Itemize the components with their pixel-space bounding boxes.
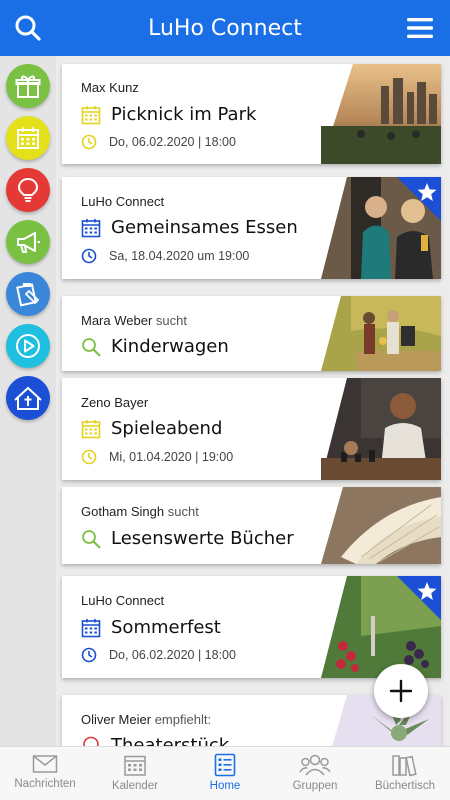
card-datetime: Do, 06.02.2020 | 18:00	[109, 135, 236, 149]
plus-icon	[389, 679, 413, 703]
feed-card[interactable]: Gotham Singh sucht Lesenswerte Bücher	[62, 487, 441, 564]
calendar-icon	[81, 419, 101, 438]
search-icon	[82, 529, 101, 548]
author-name: Mara Weber	[81, 313, 153, 328]
menu-button[interactable]	[402, 10, 438, 46]
clock-icon	[81, 449, 97, 465]
card-title: Spieleabend	[111, 418, 223, 439]
search-icon	[15, 15, 41, 41]
author-name: LuHo Connect	[81, 194, 165, 209]
card-title: Lesenswerte Bücher	[111, 528, 294, 549]
author-suffix: sucht	[167, 504, 199, 519]
nav-label: Nachrichten	[14, 778, 76, 790]
card-author: Gotham Singh sucht	[81, 504, 199, 519]
list-icon	[214, 753, 236, 777]
nav-label: Büchertisch	[374, 780, 436, 792]
hamburger-icon	[407, 18, 433, 38]
search-icon	[82, 337, 101, 356]
app-header: LuHo Connect	[0, 0, 450, 56]
card-title: Sommerfest	[111, 617, 221, 638]
author-suffix: empfiehlt:	[154, 712, 212, 727]
bottom-nav: Nachrichten Kalender Home Gruppen Bücher…	[0, 746, 450, 800]
nav-label: Kalender	[111, 780, 159, 792]
clock-icon	[81, 248, 97, 264]
card-title: Picknick im Park	[111, 104, 257, 125]
author-suffix: sucht	[155, 313, 187, 328]
calendar-icon	[81, 618, 101, 637]
add-post-button[interactable]	[374, 664, 428, 718]
nav-gruppen[interactable]: Gruppen	[270, 747, 360, 800]
feed-card[interactable]: Max Kunz Picknick im Park Do, 06.02.2020…	[62, 64, 441, 164]
card-author: Zeno Bayer	[81, 395, 148, 410]
card-title-row: Picknick im Park	[81, 104, 256, 125]
feed-card-featured[interactable]: LuHo Connect Gemeinsames Essen Sa, 18.04…	[62, 177, 441, 279]
card-image	[321, 296, 441, 371]
envelope-icon	[32, 755, 58, 773]
card-author: Max Kunz	[81, 80, 139, 95]
card-title-row: Kinderwagen	[81, 336, 229, 357]
feed-card[interactable]: Mara Weber sucht Kinderwagen	[62, 296, 441, 371]
card-author: Mara Weber sucht	[81, 313, 187, 328]
card-title: Theaterstück	[111, 735, 230, 746]
feed: Max Kunz Picknick im Park Do, 06.02.2020…	[0, 56, 450, 746]
card-meta-row: Sa, 18.04.2020 um 19:00	[81, 248, 249, 264]
card-meta-row: Do, 06.02.2020 | 18:00	[81, 134, 236, 150]
nav-buechertisch[interactable]: Büchertisch	[360, 747, 450, 800]
clock-icon	[81, 647, 97, 663]
card-meta-row: Do, 06.02.2020 | 18:00	[81, 647, 236, 663]
nav-label: Gruppen	[292, 780, 338, 792]
nav-nachrichten[interactable]: Nachrichten	[0, 747, 90, 800]
card-meta-row: Mi, 01.04.2020 | 19:00	[81, 449, 233, 465]
nav-home[interactable]: Home	[180, 747, 270, 800]
featured-badge	[397, 177, 441, 221]
card-title-row: Sommerfest	[81, 617, 221, 638]
card-title-row: Gemeinsames Essen	[81, 217, 298, 238]
author-name: Oliver Meier	[81, 712, 152, 727]
card-datetime: Do, 06.02.2020 | 18:00	[109, 648, 236, 662]
author-name: Gotham Singh	[81, 504, 165, 519]
card-datetime: Sa, 18.04.2020 um 19:00	[109, 249, 250, 263]
group-icon	[299, 754, 331, 776]
author-name: LuHo Connect	[81, 593, 165, 608]
calendar-icon	[124, 755, 146, 776]
lightbulb-icon	[83, 736, 99, 746]
app-title: LuHo Connect	[148, 15, 302, 41]
books-icon	[392, 755, 417, 777]
author-name: Zeno Bayer	[81, 395, 149, 410]
calendar-icon	[81, 218, 101, 237]
card-image	[321, 64, 441, 164]
nav-label: Home	[209, 780, 241, 792]
card-title: Gemeinsames Essen	[111, 217, 298, 238]
feed-card-featured[interactable]: LuHo Connect Sommerfest Do, 06.02.2020 |…	[62, 576, 441, 678]
author-name: Max Kunz	[81, 80, 139, 95]
card-author: LuHo Connect	[81, 194, 164, 209]
featured-badge	[397, 576, 441, 620]
card-title: Kinderwagen	[111, 336, 229, 357]
clock-icon	[81, 134, 97, 150]
search-button[interactable]	[10, 10, 46, 46]
card-title-row: Theaterstück	[81, 735, 229, 746]
calendar-icon	[81, 105, 101, 124]
card-title-row: Lesenswerte Bücher	[81, 528, 294, 549]
card-author: Oliver Meier empfiehlt:	[81, 712, 211, 727]
card-image	[321, 378, 441, 480]
card-image	[321, 487, 441, 564]
card-author: LuHo Connect	[81, 593, 164, 608]
card-datetime: Mi, 01.04.2020 | 19:00	[109, 450, 234, 464]
card-title-row: Spieleabend	[81, 418, 222, 439]
feed-card[interactable]: Zeno Bayer Spieleabend Mi, 01.04.2020 | …	[62, 378, 441, 480]
nav-kalender[interactable]: Kalender	[90, 747, 180, 800]
